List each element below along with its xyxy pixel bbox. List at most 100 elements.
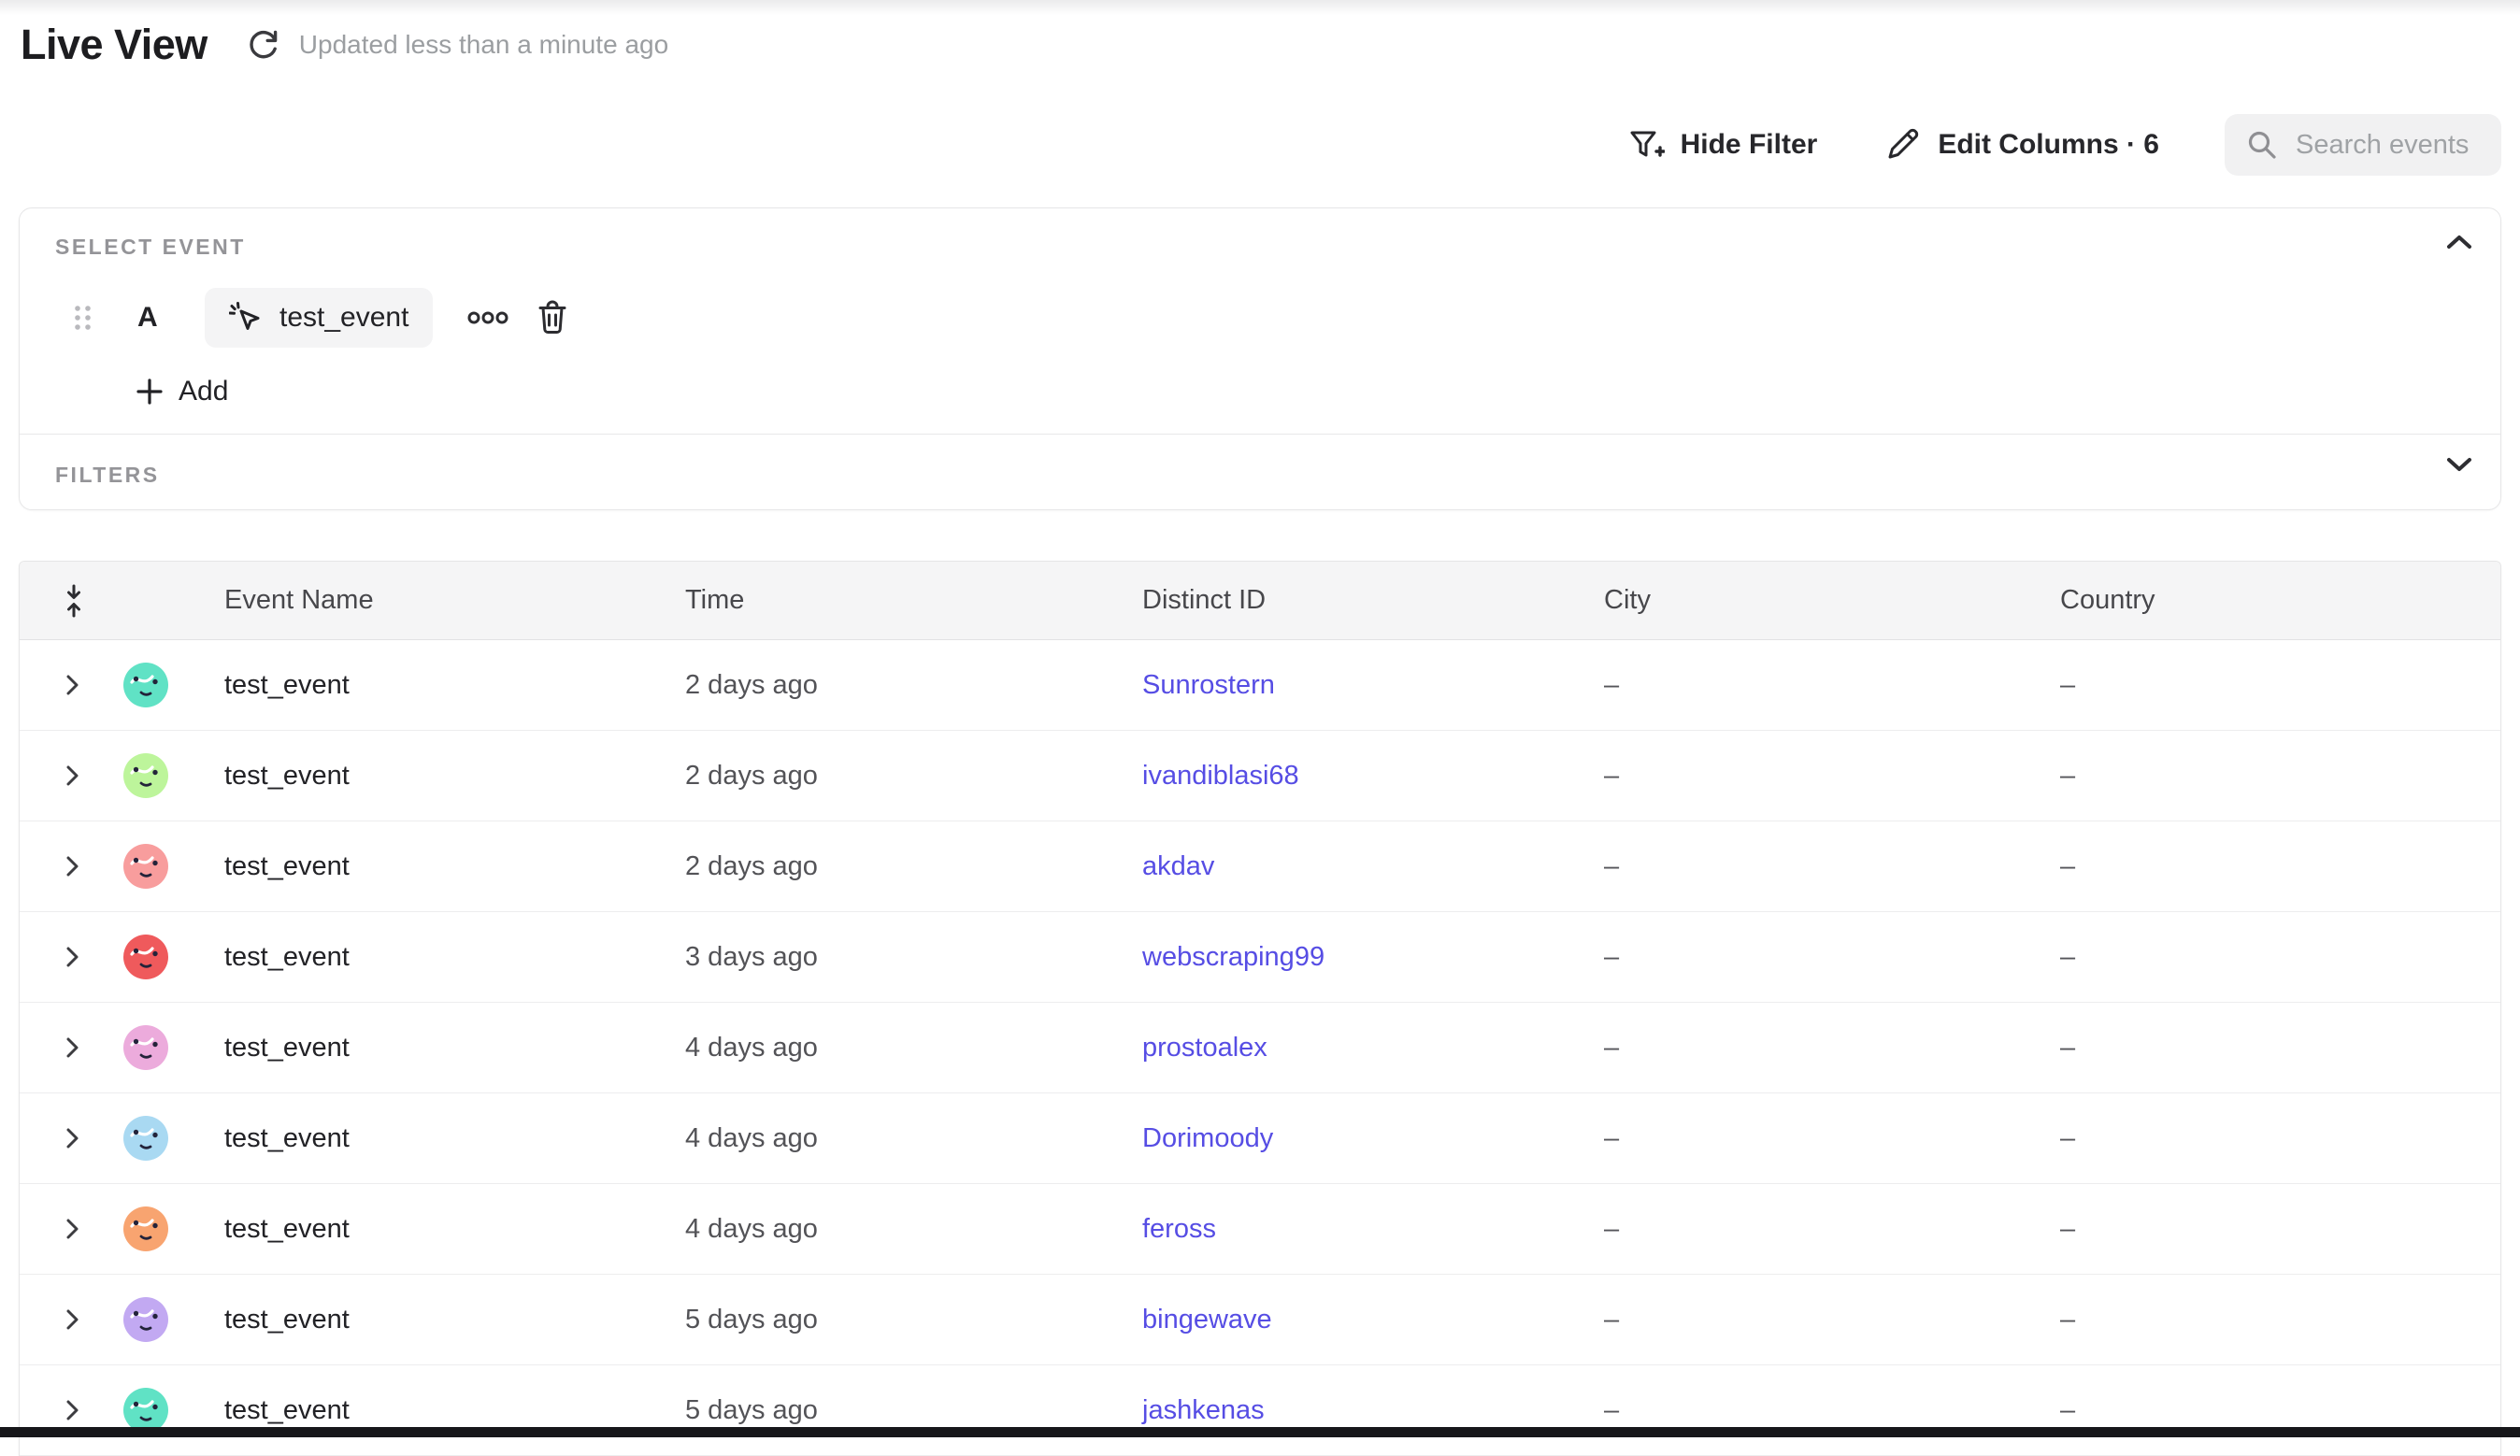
delete-event-button[interactable]	[536, 299, 569, 336]
user-avatar	[123, 844, 168, 889]
cell-country: –	[2060, 670, 2500, 701]
event-row: A test_event	[72, 288, 569, 348]
row-expand-icon	[66, 1037, 79, 1058]
cell-time: 4 days ago	[685, 1123, 1142, 1154]
cell-city: –	[1604, 1395, 2060, 1426]
bottom-edge-bar	[0, 1427, 2520, 1437]
add-plus-icon	[136, 378, 164, 406]
cell-city: –	[1604, 851, 2060, 882]
cell-event-name: test_event	[224, 1395, 685, 1426]
event-select-label: test_event	[279, 302, 408, 334]
distinct-id-link[interactable]: ivandiblasi68	[1142, 761, 1299, 791]
search-icon	[2245, 128, 2279, 162]
distinct-id-link[interactable]: webscraping99	[1142, 942, 1324, 972]
row-expand-icon	[66, 765, 79, 786]
column-header-event-name: Event Name	[224, 585, 685, 616]
table-row: test_event 2 days ago ivandiblasi68 – –	[20, 731, 2500, 821]
cell-country: –	[2060, 1214, 2500, 1245]
cell-time: 2 days ago	[685, 761, 1142, 792]
table-row: test_event 4 days ago Dorimoody – –	[20, 1093, 2500, 1184]
row-expand-button[interactable]	[66, 1400, 79, 1420]
row-expand-button[interactable]	[66, 1037, 79, 1058]
event-cursor-icon	[229, 301, 263, 335]
top-shadow	[0, 0, 2520, 15]
chevron-up-icon	[2446, 235, 2472, 250]
row-expand-icon	[66, 1400, 79, 1420]
add-event-button[interactable]: Add	[136, 370, 228, 413]
filter-plus-icon	[1625, 125, 1665, 164]
trash-icon	[536, 299, 569, 336]
cell-event-name: test_event	[224, 670, 685, 701]
cell-country: –	[2060, 851, 2500, 882]
table-row: test_event 2 days ago Sunrostern – –	[20, 640, 2500, 731]
edit-pencil-icon	[1883, 125, 1922, 164]
row-expand-button[interactable]	[66, 1219, 79, 1239]
query-builder-card: SELECT EVENT A	[19, 207, 2501, 510]
cell-country: –	[2060, 1033, 2500, 1063]
event-select-button[interactable]: test_event	[205, 288, 433, 348]
table-header-row: Event Name Time Distinct ID City Country	[20, 562, 2500, 640]
distinct-id-link[interactable]: Dorimoody	[1142, 1123, 1273, 1153]
hide-filter-button[interactable]: Hide Filter	[1625, 125, 1818, 164]
refresh-icon	[245, 26, 282, 64]
cell-country: –	[2060, 1395, 2500, 1426]
cell-event-name: test_event	[224, 761, 685, 792]
row-expand-icon	[66, 947, 79, 967]
distinct-id-link[interactable]: akdav	[1142, 851, 1214, 881]
more-options-button[interactable]	[466, 309, 509, 326]
row-expand-button[interactable]	[66, 856, 79, 877]
distinct-id-link[interactable]: jashkenas	[1142, 1395, 1265, 1425]
events-table: Event Name Time Distinct ID City Country	[19, 561, 2501, 1456]
cell-time: 5 days ago	[685, 1395, 1142, 1426]
row-expand-button[interactable]	[66, 1309, 79, 1330]
filters-expand-button[interactable]	[2446, 457, 2472, 472]
row-expand-button[interactable]	[66, 1128, 79, 1149]
cell-event-name: test_event	[224, 942, 685, 973]
user-avatar	[123, 1116, 168, 1161]
cell-country: –	[2060, 1305, 2500, 1335]
row-expand-button[interactable]	[66, 675, 79, 695]
table-body: test_event 2 days ago Sunrostern – –	[20, 640, 2500, 1456]
row-expand-button[interactable]	[66, 765, 79, 786]
cell-country: –	[2060, 761, 2500, 792]
edit-columns-button[interactable]: Edit Columns · 6	[1883, 125, 2159, 164]
page-header: Live View Updated less than a minute ago	[21, 21, 668, 69]
row-expand-icon	[66, 1219, 79, 1239]
column-header-time: Time	[685, 585, 1142, 616]
refresh-button[interactable]	[245, 26, 282, 64]
collapse-rows-icon	[63, 584, 85, 618]
toolbar: Hide Filter Edit Columns · 6	[1625, 114, 2501, 176]
cell-city: –	[1604, 1123, 2060, 1154]
row-expand-button[interactable]	[66, 947, 79, 967]
cell-city: –	[1604, 761, 2060, 792]
cell-country: –	[2060, 942, 2500, 973]
table-row: test_event 2 days ago akdav – –	[20, 821, 2500, 912]
distinct-id-link[interactable]: bingewave	[1142, 1305, 1272, 1335]
row-expand-icon	[66, 856, 79, 877]
row-expand-icon	[66, 1128, 79, 1149]
row-expand-icon	[66, 1309, 79, 1330]
filters-label: FILTERS	[55, 463, 160, 488]
updated-status: Updated less than a minute ago	[299, 30, 668, 60]
select-event-label: SELECT EVENT	[55, 235, 246, 259]
table-row: test_event 4 days ago prostoalex – –	[20, 1003, 2500, 1093]
cell-event-name: test_event	[224, 1214, 685, 1245]
cell-time: 4 days ago	[685, 1214, 1142, 1245]
distinct-id-link[interactable]: prostoalex	[1142, 1033, 1267, 1063]
table-row: test_event 5 days ago jashkenas – –	[20, 1365, 2500, 1456]
user-avatar	[123, 1388, 168, 1433]
filters-section: FILTERS	[20, 435, 2500, 510]
cell-time: 3 days ago	[685, 942, 1142, 973]
collapse-all-rows-button[interactable]	[63, 584, 85, 618]
distinct-id-link[interactable]: Sunrostern	[1142, 670, 1275, 700]
table-row: test_event 3 days ago webscraping99 – –	[20, 912, 2500, 1003]
distinct-id-link[interactable]: feross	[1142, 1214, 1216, 1244]
column-header-distinct-id: Distinct ID	[1142, 585, 1604, 616]
select-event-collapse-button[interactable]	[2446, 235, 2472, 250]
drag-handle-icon[interactable]	[72, 303, 94, 333]
column-header-city: City	[1604, 585, 2060, 616]
user-avatar	[123, 663, 168, 707]
search-input[interactable]	[2296, 130, 2492, 161]
cell-time: 2 days ago	[685, 670, 1142, 701]
cell-country: –	[2060, 1123, 2500, 1154]
